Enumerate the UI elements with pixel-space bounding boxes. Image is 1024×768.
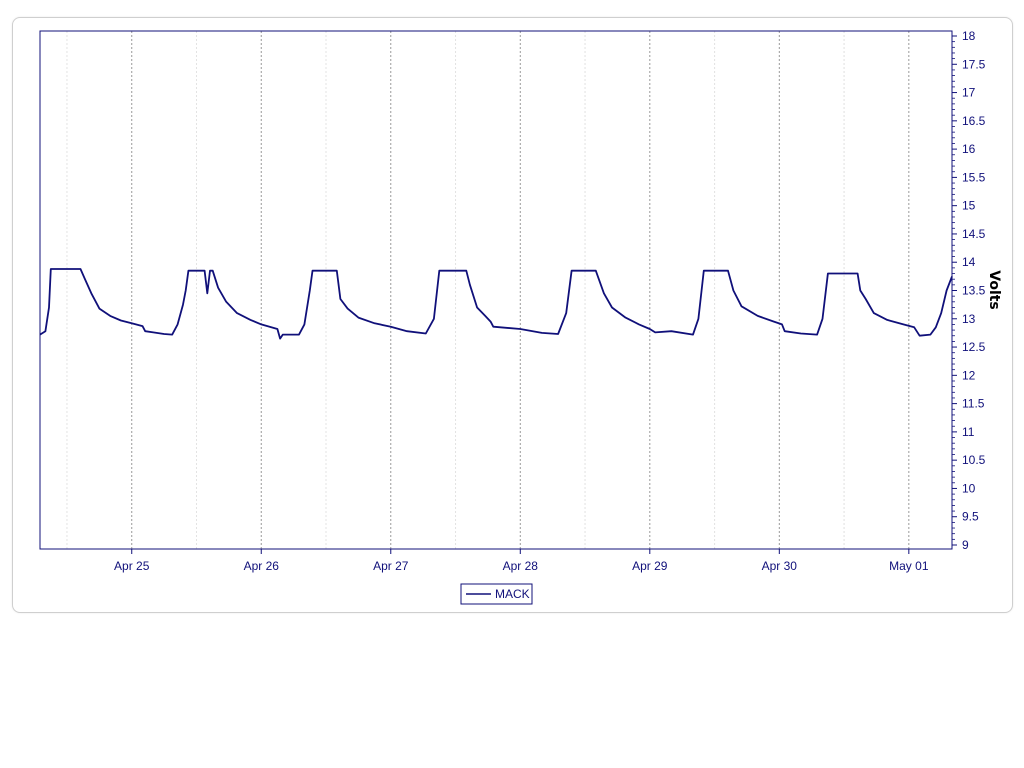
- grid-layer: [66, 31, 910, 549]
- x-tick-label: Apr 26: [244, 559, 280, 573]
- y-tick-label: 14.5: [962, 227, 986, 241]
- y-tick-label: 18: [962, 29, 976, 43]
- y-tick-label: 15: [962, 199, 976, 213]
- y-tick-label: 13.5: [962, 284, 986, 298]
- y-axis: 9 9.5 10 10.5 11 11.5 12 12.5 13 13.5 14 14.5 15 15.5…: [951, 29, 986, 552]
- x-tick-label: Apr 30: [762, 559, 798, 573]
- y-tick-label: 16: [962, 142, 976, 156]
- series-layer: [39, 268, 953, 340]
- y-tick-label: 16.5: [962, 114, 986, 128]
- y-tick-label: 13: [962, 312, 976, 326]
- y-tick-label: 12.5: [962, 340, 986, 354]
- y-tick-label: 11: [962, 425, 975, 439]
- x-axis: Apr 25 Apr 26 Apr 27 Apr 28 Apr 29 Apr 30 May …: [114, 549, 929, 573]
- x-tick-label: Apr 27: [373, 559, 409, 573]
- x-tick-label: Apr 29: [632, 559, 668, 573]
- y-tick-label: 10.5: [962, 453, 986, 467]
- y-axis-label: Volts: [986, 270, 1002, 310]
- y-tick-label: 10: [962, 481, 976, 495]
- y-tick-label: 15.5: [962, 170, 986, 184]
- y-tick-label: 9.5: [962, 510, 979, 524]
- y-tick-label: 17: [962, 86, 976, 100]
- x-tick-label: Apr 28: [503, 559, 539, 573]
- plot-area-frame: [39, 30, 953, 550]
- legend-label: MACK: [495, 587, 530, 601]
- y-tick-label: 12: [962, 368, 976, 382]
- x-tick-label: Apr 25: [114, 559, 150, 573]
- x-tick-label: May 01: [889, 559, 929, 573]
- voltage-line-chart: 9 9.5 10 10.5 11 11.5 12 12.5 13 13.5 14 14.5 15 15.5…: [39, 29, 1002, 605]
- y-tick-label: 14: [962, 255, 976, 269]
- y-tick-label: 9: [962, 538, 969, 552]
- legend: MACK: [460, 583, 533, 605]
- y-tick-label: 11.5: [962, 397, 985, 411]
- series-line-mack: [39, 268, 953, 340]
- y-tick-label: 17.5: [962, 57, 986, 71]
